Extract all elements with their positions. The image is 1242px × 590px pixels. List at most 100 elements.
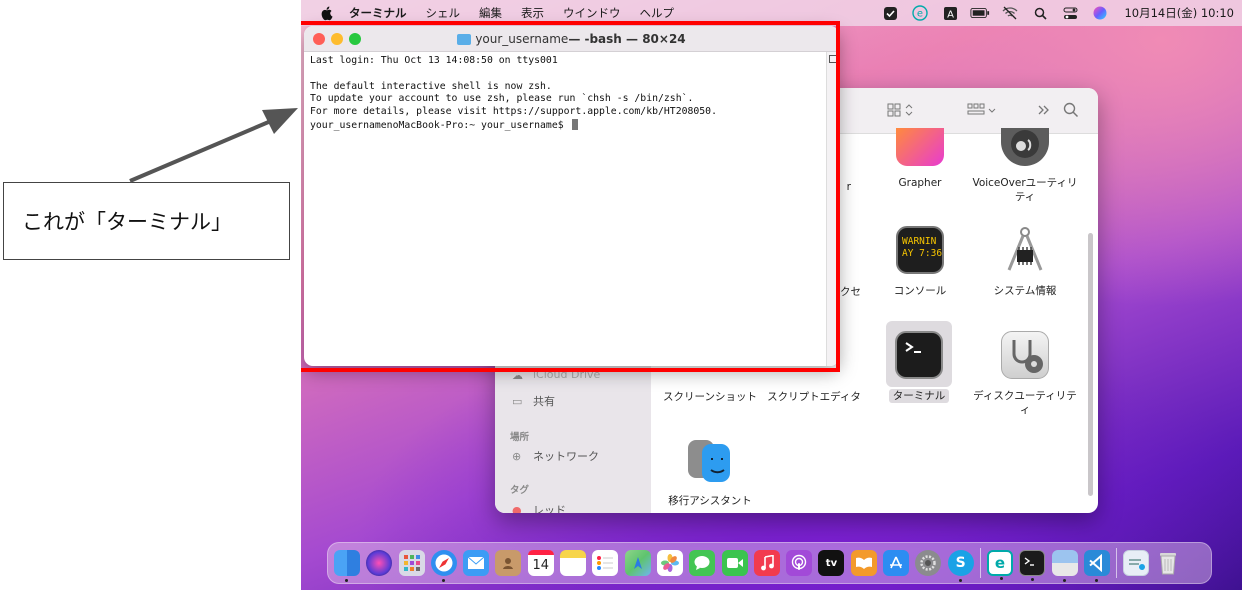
dock-separator xyxy=(1116,548,1118,578)
music-icon[interactable] xyxy=(753,550,780,576)
menu-edit[interactable]: 編集 xyxy=(479,5,502,21)
control-center-icon[interactable] xyxy=(1060,5,1080,21)
migration-assistant-icon xyxy=(686,436,734,484)
app-console[interactable]: WARNIN AY 7:36 コンソール xyxy=(865,226,975,298)
safari-icon[interactable] xyxy=(430,550,457,582)
grid-view-icon[interactable] xyxy=(887,102,917,120)
app-voiceover-utility[interactable]: VoiceOverユーティリティ xyxy=(970,128,1080,204)
system-preferences-icon[interactable] xyxy=(915,550,942,576)
sidebar-item-label: iCloud Drive xyxy=(533,368,601,381)
finder-search-icon[interactable] xyxy=(1063,102,1079,120)
podcasts-icon[interactable] xyxy=(786,550,813,576)
facetime-icon[interactable] xyxy=(721,550,748,576)
terminal-title-rest: — -bash — 80×24 xyxy=(568,32,686,46)
terminal-line: Last login: Thu Oct 13 14:08:50 on ttys0… xyxy=(310,55,558,66)
terminal-prompt-line[interactable]: your_usernamenoMacBook-Pro:~ your_userna… xyxy=(310,118,826,133)
messages-icon[interactable] xyxy=(689,550,716,576)
skype-icon[interactable]: S xyxy=(947,550,974,582)
terminal-icon[interactable] xyxy=(1019,550,1046,581)
terminal-line: ​ xyxy=(310,68,826,81)
menu-help[interactable]: ヘルプ xyxy=(640,5,675,21)
reminders-icon[interactable] xyxy=(592,550,619,576)
tv-label: tv xyxy=(825,557,838,569)
app-store-icon[interactable] xyxy=(883,550,910,576)
apple-menu-icon[interactable] xyxy=(319,5,335,21)
siri-icon[interactable] xyxy=(366,550,393,576)
sidebar-item-label: ネットワーク xyxy=(533,450,599,463)
contacts-icon[interactable] xyxy=(495,550,522,576)
books-icon[interactable] xyxy=(850,550,877,576)
menu-view[interactable]: 表示 xyxy=(521,5,544,21)
app-grapher[interactable]: Grapher xyxy=(865,128,975,190)
finder-icon[interactable] xyxy=(334,550,360,582)
downloads-folder-icon[interactable] xyxy=(1123,550,1150,576)
svg-text:A: A xyxy=(947,9,954,20)
sidebar-item-shared[interactable]: ▭ 共有 xyxy=(512,393,555,409)
sidebar-item-tag-red[interactable]: ● レッド xyxy=(512,502,566,513)
app-label: システム情報 xyxy=(993,285,1057,297)
skype-label: S xyxy=(955,555,966,571)
sidebar-item-icloud-drive[interactable]: ☁ iCloud Drive xyxy=(512,368,601,382)
app-label: VoiceOverユーティリティ xyxy=(972,177,1078,203)
shield-check-icon[interactable] xyxy=(880,5,900,21)
running-indicator xyxy=(1094,579,1098,582)
vscode-icon[interactable] xyxy=(1083,550,1110,582)
calendar-icon[interactable]: 14 xyxy=(527,550,554,576)
cloud-icon: ☁ xyxy=(512,368,523,382)
app-terminal[interactable]: ターミナル xyxy=(864,331,974,403)
terminal-line: To update your account to use zsh, pleas… xyxy=(310,93,694,105)
tv-icon[interactable]: tv xyxy=(818,550,845,576)
preview-icon[interactable] xyxy=(1051,550,1078,582)
menu-shell[interactable]: シェル xyxy=(426,5,461,21)
app-label: ディスクユーティリティ xyxy=(973,390,1077,416)
app-label: スクリーンショット xyxy=(663,391,757,403)
terminal-icon xyxy=(895,331,943,379)
photos-icon[interactable] xyxy=(656,550,683,576)
wifi-off-icon[interactable] xyxy=(1000,5,1020,21)
eset-icon[interactable]: e xyxy=(986,550,1013,580)
mail-icon[interactable] xyxy=(463,550,490,576)
terminal-title-user: your_username xyxy=(475,32,569,46)
disk-utility-icon xyxy=(1001,331,1049,379)
app-label: コンソール xyxy=(893,285,947,297)
app-disk-utility[interactable]: ディスクユーティリティ xyxy=(970,331,1080,417)
siri-icon[interactable] xyxy=(1090,5,1110,21)
trash-icon[interactable] xyxy=(1155,550,1181,576)
terminal-window[interactable]: your_username — -bash — 80×24 Last login… xyxy=(304,26,839,366)
app-screenshot[interactable]: スクリーンショット xyxy=(655,390,765,404)
terminal-titlebar[interactable]: your_username — -bash — 80×24 xyxy=(304,26,839,52)
menu-app-name[interactable]: ターミナル xyxy=(349,5,407,21)
calendar-header xyxy=(527,550,554,555)
running-indicator xyxy=(345,579,348,582)
running-indicator xyxy=(1031,578,1035,581)
menu-bar: ターミナル シェル 編集 表示 ウインドウ ヘルプ e A 10月14日(金) … xyxy=(301,0,1242,26)
more-chevron-icon[interactable] xyxy=(1037,102,1051,120)
eset-label: e xyxy=(994,554,1006,572)
shared-folder-icon: ▭ xyxy=(512,395,523,408)
annotation-callout: これが「ターミナル」 xyxy=(3,182,290,260)
battery-icon[interactable] xyxy=(970,5,990,21)
sidebar-header-tags: タグ xyxy=(510,485,530,496)
terminal-line: The default interactive shell is now zsh… xyxy=(310,80,552,92)
app-label: ターミナル xyxy=(888,389,950,403)
maps-icon[interactable] xyxy=(624,550,651,576)
notes-icon[interactable] xyxy=(560,550,587,576)
launchpad-icon[interactable] xyxy=(398,550,425,576)
sidebar-item-label: レッド xyxy=(533,504,566,513)
app-script-editor[interactable]: スクリプトエディタ xyxy=(759,390,869,404)
sidebar-item-network[interactable]: ⊕ ネットワーク xyxy=(512,448,599,464)
group-by-icon[interactable] xyxy=(967,102,999,120)
terminal-scrollbar[interactable] xyxy=(826,52,839,366)
menu-bar-clock[interactable]: 10月14日(金) 10:10 xyxy=(1124,5,1234,21)
voiceover-icon xyxy=(1001,128,1049,166)
app-migration-assistant[interactable]: 移行アシスタント xyxy=(655,436,765,508)
app-system-information[interactable]: システム情報 xyxy=(970,226,1080,298)
finder-scrollbar[interactable] xyxy=(1088,233,1093,496)
app-label: スクリプトエディタ xyxy=(767,391,861,403)
input-method-icon[interactable]: A xyxy=(940,5,960,21)
terminal-output[interactable]: Last login: Thu Oct 13 14:08:50 on ttys0… xyxy=(310,55,826,133)
eset-icon[interactable]: e xyxy=(910,5,930,21)
menu-window[interactable]: ウインドウ xyxy=(563,5,621,21)
search-icon[interactable] xyxy=(1030,5,1050,21)
running-indicator xyxy=(1062,579,1066,582)
